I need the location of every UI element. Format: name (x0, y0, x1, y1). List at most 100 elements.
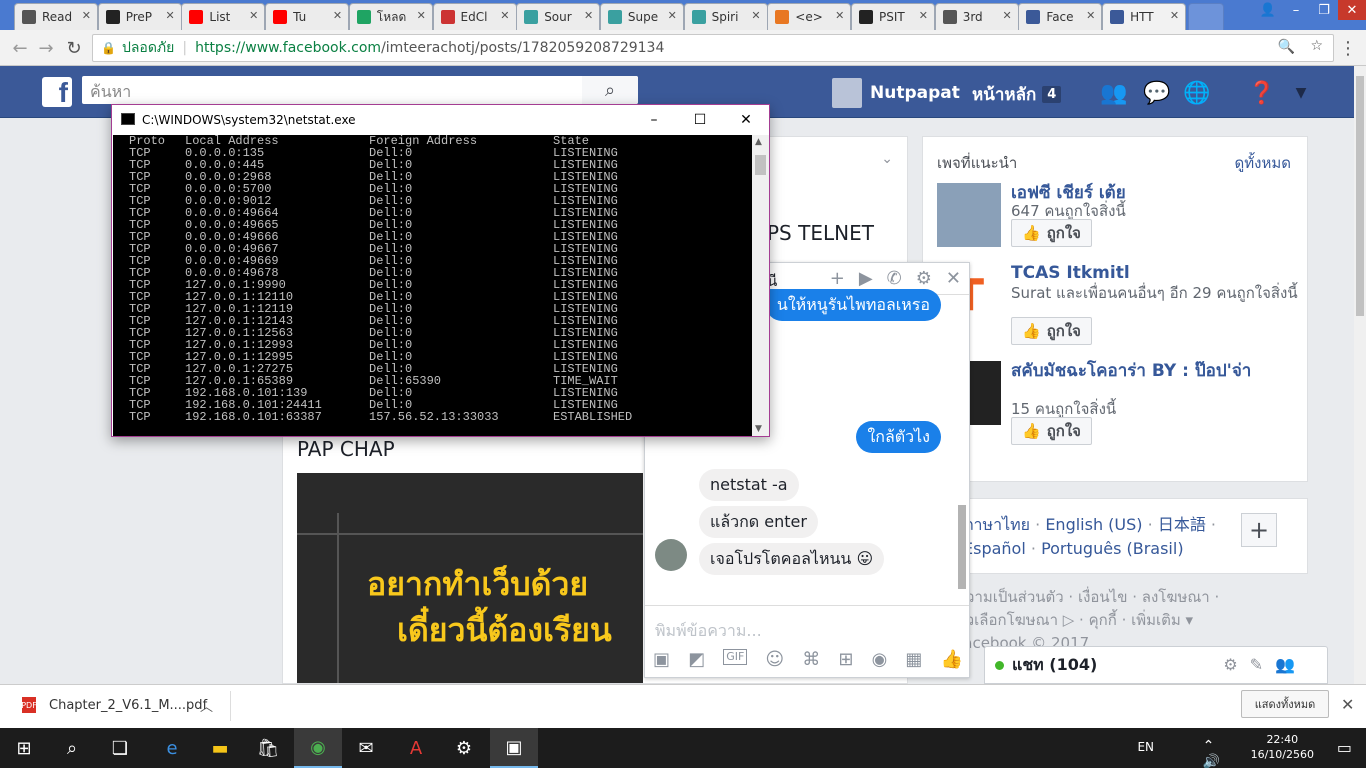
chevron-up-icon[interactable]: ︿ (200, 696, 213, 715)
page-name[interactable]: สคับมัชฉะโคอาร่า BY : ป๊อป'จ่า (1011, 361, 1301, 381)
zoom-icon[interactable]: 🔍 (1278, 39, 1295, 55)
close-icon[interactable]: ✕ (946, 268, 961, 289)
video-call-icon[interactable]: ▶ (859, 268, 873, 289)
chat-scrollbar[interactable] (957, 299, 967, 599)
close-tab-icon[interactable]: ✕ (500, 9, 509, 22)
close-tab-icon[interactable]: ✕ (1170, 9, 1179, 22)
search-icon[interactable]: ⌕ (48, 728, 96, 768)
page-name[interactable]: เอฟซี เชียร์ เต้ย (1011, 183, 1301, 203)
browser-tab[interactable]: Read ✕ (14, 3, 98, 30)
browser-tab[interactable]: PSIT ✕ (851, 3, 935, 30)
profile-link[interactable]: Nutpapat (832, 78, 960, 108)
lang-link[interactable]: Español (963, 539, 1026, 558)
close-tab-icon[interactable]: ✕ (584, 9, 593, 22)
console-output[interactable]: Proto Local Address Foreign Address Stat… (113, 135, 752, 436)
scroll-up-icon[interactable]: ▲ (755, 137, 762, 147)
caret-down-icon[interactable]: ▼ (1287, 79, 1315, 107)
lang-link[interactable]: Português (Brasil) (1041, 539, 1184, 558)
restore-button[interactable]: ❐ (1310, 0, 1338, 20)
console-scrollbar[interactable]: ▲ ▼ (752, 135, 769, 436)
chat-sidebar-tab[interactable]: แชท (104) ⚙✎👥 (984, 646, 1328, 684)
start-icon[interactable]: ⊞ (0, 728, 48, 768)
forward-button[interactable]: → (34, 36, 58, 60)
avatar[interactable] (655, 539, 687, 571)
lang-link[interactable]: ภาษาไทย (963, 515, 1030, 534)
user-icon[interactable]: 👤 (1254, 0, 1282, 20)
browser-tab[interactable]: <e> ✕ (767, 3, 852, 30)
search-icon[interactable]: ⌕ (582, 76, 638, 104)
clock[interactable]: 22:40 16/10/2560 (1251, 732, 1314, 762)
close-tab-icon[interactable]: ✕ (82, 9, 91, 22)
add-language-button[interactable]: + (1241, 513, 1277, 547)
footer-line[interactable]: ความเป็นส่วนตัว · เงื่อนไข · ลงโฆษณา · (956, 586, 1286, 609)
footer-line[interactable]: ตัวเลือกโฆษณา ▷ · คุกกี้ · เพิ่มเติม ▾ (956, 609, 1286, 632)
close-tab-icon[interactable]: ✕ (417, 9, 426, 22)
download-filename[interactable]: Chapter_2_V6.1_M....pdf (49, 698, 207, 713)
calendar-icon[interactable]: ▦ (905, 649, 922, 670)
edge-icon[interactable]: e (148, 728, 196, 768)
menu-dots-icon[interactable]: ⋮ (1336, 36, 1360, 60)
facebook-logo[interactable]: f (42, 77, 72, 107)
language-indicator[interactable]: EN (1137, 740, 1154, 754)
new-tab-button[interactable] (1188, 3, 1224, 30)
notifications-icon[interactable]: ▭ (1337, 738, 1352, 757)
console-taskbar-icon[interactable]: ▣ (490, 728, 538, 768)
close-tab-icon[interactable]: ✕ (919, 9, 928, 22)
browser-tab[interactable]: Sour ✕ (516, 3, 601, 30)
minimize-button[interactable]: – (1282, 0, 1310, 20)
scroll-thumb[interactable] (755, 155, 766, 175)
browser-tab[interactable]: Face ✕ (1018, 3, 1103, 30)
back-button[interactable]: ← (8, 36, 32, 60)
photo-icon[interactable]: ▣ (653, 649, 670, 670)
browser-tab[interactable]: List ✕ (181, 3, 266, 30)
browser-tab[interactable]: Supe ✕ (599, 3, 684, 30)
browser-tab[interactable]: PreP ✕ (97, 3, 182, 30)
close-tab-icon[interactable]: ✕ (751, 9, 760, 22)
globe-icon[interactable]: 🌐 (1183, 79, 1211, 107)
chevron-down-icon[interactable]: ⌄ (881, 151, 893, 167)
scroll-thumb[interactable] (1356, 76, 1364, 316)
phone-icon[interactable]: ✆ (887, 268, 902, 289)
add-person-icon[interactable]: + (830, 268, 845, 289)
post-image[interactable]: อยากทำเว็บด้วย เดี๋ยวนี้ต้องเรียน (297, 473, 643, 683)
like-button[interactable]: 👍 ถูกใจ (1011, 417, 1092, 445)
task-view-icon[interactable]: ❏ (96, 728, 144, 768)
page-name[interactable]: TCAS Itkmitl (1011, 263, 1301, 283)
help-icon[interactable]: ❓ (1248, 79, 1276, 107)
gear-icon[interactable]: ⚙ (916, 268, 932, 289)
close-tab-icon[interactable]: ✕ (1002, 9, 1011, 22)
browser-tab[interactable]: HTT ✕ (1102, 3, 1187, 30)
gif-icon[interactable]: GIF (723, 649, 748, 665)
page-thumbnail[interactable] (937, 183, 1001, 247)
fb-search-input[interactable]: ค้นหา (82, 76, 638, 104)
bookmark-star-icon[interactable]: ☆ (1310, 38, 1323, 54)
chat-options-icons[interactable]: ⚙✎👥 (1223, 655, 1307, 674)
show-all-button[interactable]: แสดงทั้งหมด (1241, 690, 1329, 718)
sticker-icon[interactable]: ◩ (688, 649, 705, 670)
thumbs-up-icon[interactable]: 👍 (940, 649, 962, 670)
file-explorer-icon[interactable]: ▬ (196, 728, 244, 768)
browser-tab[interactable]: โหลด ✕ (348, 3, 433, 30)
browser-tab[interactable]: Spiri ✕ (683, 3, 768, 30)
close-tab-icon[interactable]: ✕ (249, 9, 258, 22)
close-tab-icon[interactable]: ✕ (165, 9, 174, 22)
close-icon[interactable]: ✕ (1341, 695, 1354, 714)
friend-requests-icon[interactable]: 👥 (1100, 79, 1128, 107)
reload-button[interactable]: ↻ (62, 36, 86, 60)
browser-tab[interactable]: EdCl ✕ (432, 3, 517, 30)
like-button[interactable]: 👍 ถูกใจ (1011, 219, 1092, 247)
scroll-down-icon[interactable]: ▼ (755, 424, 762, 434)
maximize-button[interactable]: ☐ (677, 105, 723, 135)
camera-icon[interactable]: ◉ (872, 649, 888, 670)
game-icon[interactable]: ⊞ (838, 649, 853, 670)
emoji-icon[interactable]: ☺ (765, 649, 784, 670)
minimize-button[interactable]: – (631, 105, 677, 135)
address-bar[interactable]: 🔒 ปลอดภัย | https://www.facebook.com/imt… (92, 34, 1334, 62)
acrobat-icon[interactable]: A (392, 728, 440, 768)
close-button[interactable]: ✕ (723, 105, 769, 135)
messenger-icon[interactable]: 💬 (1143, 79, 1171, 107)
message-input[interactable]: พิมพ์ข้อความ... (655, 619, 762, 644)
see-all-link[interactable]: ดูทั้งหมด (1235, 151, 1291, 175)
network-app-icon[interactable]: ⚙ (440, 728, 488, 768)
close-window-button[interactable]: ✕ (1338, 0, 1366, 20)
